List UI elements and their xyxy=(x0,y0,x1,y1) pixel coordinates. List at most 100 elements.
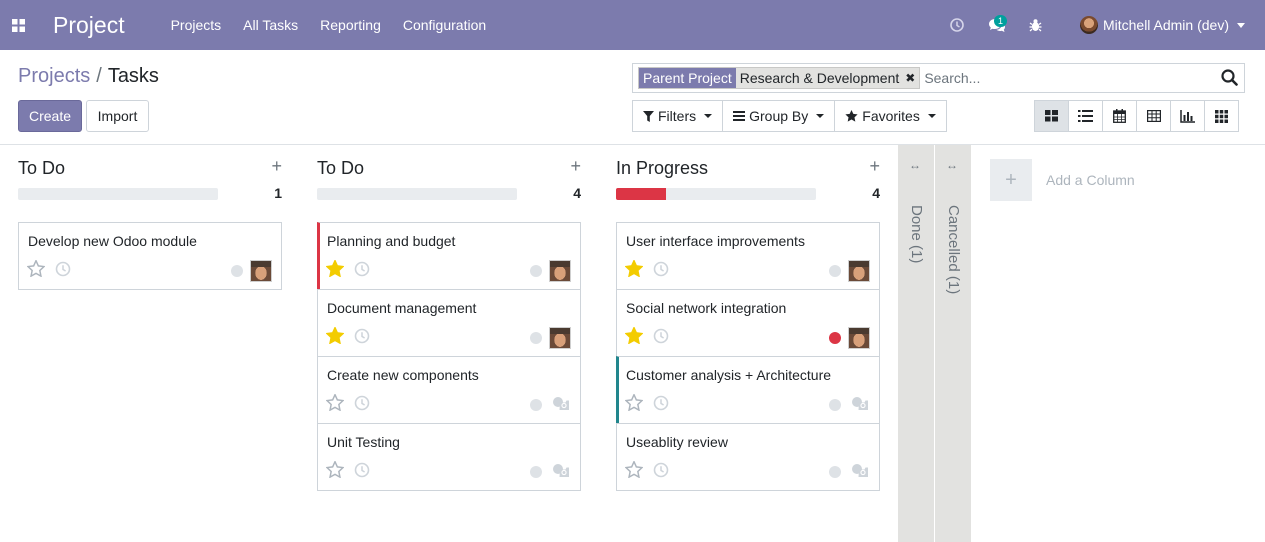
breadcrumb-projects-link[interactable]: Projects xyxy=(18,65,90,87)
kanban-state-icon[interactable] xyxy=(829,265,841,277)
star-filled-icon[interactable] xyxy=(325,258,345,282)
task-card[interactable]: Develop new Odoo module xyxy=(18,222,282,290)
messages-icon[interactable]: 1 xyxy=(977,0,1017,50)
kanban-state-icon[interactable] xyxy=(231,265,243,277)
apps-menu-icon[interactable] xyxy=(0,0,36,50)
activity-clock-icon[interactable] xyxy=(653,328,669,349)
star-empty-icon[interactable] xyxy=(624,459,644,483)
task-card[interactable]: Document management xyxy=(317,289,581,357)
assignee-avatar[interactable] xyxy=(848,260,870,282)
debug-bug-icon[interactable] xyxy=(1017,0,1055,50)
app-brand[interactable]: Project xyxy=(53,12,125,39)
kanban-state-icon[interactable] xyxy=(530,332,542,344)
task-card[interactable]: Customer analysis + Architecture xyxy=(616,356,880,424)
favorites-dropdown[interactable]: Favorites xyxy=(834,100,947,132)
column-cards: Develop new Odoo module xyxy=(18,222,282,290)
graph-view-icon[interactable] xyxy=(1170,100,1205,132)
folded-column-cancelled[interactable]: ↔ Cancelled (1) xyxy=(935,145,971,542)
top-navbar: Project Projects All Tasks Reporting Con… xyxy=(0,0,1265,50)
kanban-state-icon[interactable] xyxy=(530,466,542,478)
kanban-state-icon[interactable] xyxy=(829,332,841,344)
task-name: Useablity review xyxy=(626,434,728,450)
task-card[interactable]: Useablity review xyxy=(616,423,880,491)
unfold-arrows-icon[interactable]: ↔ xyxy=(946,158,958,172)
column-progress-bar[interactable] xyxy=(317,188,517,200)
kanban-view-icon[interactable] xyxy=(1034,100,1069,132)
column-quick-create-icon[interactable]: + xyxy=(570,156,581,177)
facet-remove-icon[interactable]: ✖ xyxy=(903,71,919,85)
unassigned-avatar-icon[interactable] xyxy=(552,396,570,416)
pivot-view-icon[interactable] xyxy=(1136,100,1171,132)
unassigned-avatar-icon[interactable] xyxy=(552,463,570,483)
menu-projects[interactable]: Projects xyxy=(171,17,222,33)
column-title[interactable]: In Progress xyxy=(616,158,708,179)
create-button[interactable]: Create xyxy=(18,100,82,132)
column-count: 1 xyxy=(274,185,282,201)
group-by-dropdown[interactable]: Group By xyxy=(722,100,836,132)
activity-view-icon[interactable] xyxy=(1204,100,1239,132)
caret-down-icon xyxy=(704,114,713,118)
bars-icon xyxy=(733,111,746,121)
add-column[interactable]: + Add a Column xyxy=(990,159,1135,201)
column-title[interactable]: To Do xyxy=(18,158,65,179)
star-empty-icon[interactable] xyxy=(325,392,345,416)
assignee-avatar[interactable] xyxy=(250,260,272,282)
user-avatar xyxy=(1079,16,1098,34)
progress-fill xyxy=(616,188,666,200)
menu-reporting[interactable]: Reporting xyxy=(320,17,381,33)
star-empty-icon[interactable] xyxy=(26,258,46,282)
kanban-state-icon[interactable] xyxy=(829,399,841,411)
unassigned-avatar-icon[interactable] xyxy=(851,396,869,416)
kanban-state-icon[interactable] xyxy=(829,466,841,478)
activity-clock-icon[interactable] xyxy=(653,395,669,416)
plus-icon[interactable]: + xyxy=(990,159,1032,201)
menu-all-tasks[interactable]: All Tasks xyxy=(243,17,298,33)
search-facet: Parent Project Research & Development ✖ xyxy=(638,67,921,89)
task-card[interactable]: User interface improvements xyxy=(616,222,880,290)
task-name: Unit Testing xyxy=(327,434,400,450)
assignee-avatar[interactable] xyxy=(549,260,571,282)
search-input[interactable] xyxy=(924,70,1205,86)
user-menu[interactable]: Mitchell Admin (dev) xyxy=(1079,16,1245,34)
breadcrumb-current: Tasks xyxy=(107,65,159,87)
column-count: 4 xyxy=(872,185,880,201)
star-filled-icon[interactable] xyxy=(624,258,644,282)
activity-clock-icon[interactable] xyxy=(653,261,669,282)
assignee-avatar[interactable] xyxy=(549,327,571,349)
task-card[interactable]: Unit Testing xyxy=(317,423,581,491)
import-button[interactable]: Import xyxy=(86,100,149,132)
search-icon[interactable] xyxy=(1221,69,1238,91)
column-progress-bar[interactable] xyxy=(18,188,218,200)
star-filled-icon[interactable] xyxy=(325,325,345,349)
kanban-state-icon[interactable] xyxy=(530,399,542,411)
task-card[interactable]: Social network integration xyxy=(616,289,880,357)
filters-dropdown[interactable]: Filters xyxy=(632,100,724,132)
column-quick-create-icon[interactable]: + xyxy=(271,156,282,177)
unfold-arrows-icon[interactable]: ↔ xyxy=(909,158,921,172)
unassigned-avatar-icon[interactable] xyxy=(851,463,869,483)
activity-clock-icon[interactable] xyxy=(354,328,370,349)
assignee-avatar[interactable] xyxy=(848,327,870,349)
list-view-icon[interactable] xyxy=(1068,100,1103,132)
star-empty-icon[interactable] xyxy=(624,392,644,416)
column-quick-create-icon[interactable]: + xyxy=(869,156,880,177)
activity-clock-icon[interactable] xyxy=(354,395,370,416)
activity-clock-icon[interactable] xyxy=(937,0,977,50)
activity-clock-icon[interactable] xyxy=(55,261,71,282)
column-title[interactable]: To Do xyxy=(317,158,364,179)
column-progress-bar[interactable] xyxy=(616,188,816,200)
activity-clock-icon[interactable] xyxy=(354,462,370,483)
task-card[interactable]: Planning and budget xyxy=(317,222,581,290)
activity-clock-icon[interactable] xyxy=(653,462,669,483)
task-card[interactable]: Create new components xyxy=(317,356,581,424)
calendar-view-icon[interactable] xyxy=(1102,100,1137,132)
activity-clock-icon[interactable] xyxy=(354,261,370,282)
star-filled-icon[interactable] xyxy=(624,325,644,349)
kanban-state-icon[interactable] xyxy=(530,265,542,277)
task-name: Document management xyxy=(327,300,477,316)
search-bar: Parent Project Research & Development ✖ xyxy=(632,63,1245,93)
menu-configuration[interactable]: Configuration xyxy=(403,17,486,33)
kanban-board: ↔ Done (1) ↔ Cancelled (1) + Add a Colum… xyxy=(0,145,1265,542)
folded-column-done[interactable]: ↔ Done (1) xyxy=(898,145,934,542)
star-empty-icon[interactable] xyxy=(325,459,345,483)
